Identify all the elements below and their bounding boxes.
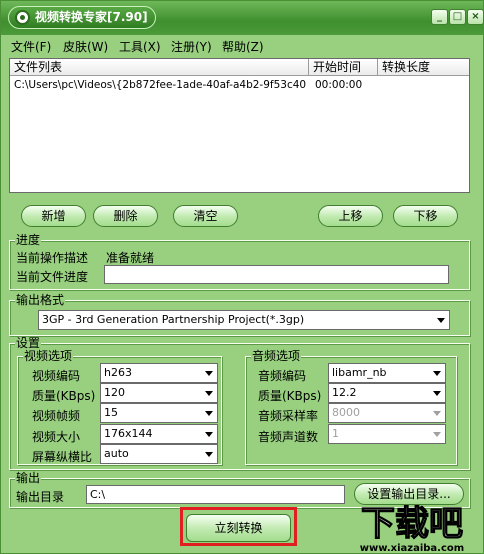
chevron-down-icon bbox=[428, 405, 444, 421]
column-header-length[interactable]: 转换长度 bbox=[378, 59, 469, 76]
column-header-file[interactable]: 文件列表 bbox=[10, 59, 309, 76]
menu-tools[interactable]: 工具(X) bbox=[119, 38, 161, 55]
menu-bar: 文件(F) 皮肤(W) 工具(X) 注册(Y) 帮助(Z) bbox=[1, 35, 483, 57]
video-codec-select[interactable]: h263 bbox=[100, 363, 218, 383]
window-title: 视频转换专家[7.90] bbox=[35, 10, 148, 24]
video-codec-value: h263 bbox=[104, 366, 132, 379]
audio-quality-select[interactable]: 12.2 bbox=[328, 383, 446, 403]
column-header-start[interactable]: 开始时间 bbox=[309, 59, 378, 76]
minimize-button[interactable]: _ bbox=[431, 9, 448, 25]
highlight-box bbox=[180, 507, 297, 546]
row-file[interactable]: C:\Users\pc\Videos\{2b872fee-1ade-40af-a… bbox=[14, 79, 306, 91]
close-button[interactable]: × bbox=[467, 9, 484, 25]
chevron-down-icon[interactable] bbox=[200, 426, 216, 442]
sample-rate-value: 8000 bbox=[332, 406, 360, 419]
video-fps-value: 15 bbox=[104, 406, 118, 419]
row-start[interactable]: 00:00:00 bbox=[315, 79, 375, 91]
title-pill: 视频转换专家[7.90] bbox=[8, 6, 156, 29]
aspect-ratio-value: auto bbox=[104, 447, 129, 460]
video-fps-label: 视频帧频 bbox=[32, 409, 81, 423]
chevron-down-icon[interactable] bbox=[200, 405, 216, 421]
add-button[interactable]: 新增 bbox=[21, 205, 86, 227]
move-down-button[interactable]: 下移 bbox=[393, 205, 458, 227]
audio-codec-value: libamr_nb bbox=[332, 366, 387, 379]
video-quality-value: 120 bbox=[104, 386, 125, 399]
menu-skin[interactable]: 皮肤(W) bbox=[63, 38, 108, 55]
sample-rate-select: 8000 bbox=[328, 403, 446, 423]
output-format-group-label: 输出格式 bbox=[15, 293, 66, 307]
move-up-button[interactable]: 上移 bbox=[318, 205, 383, 227]
output-dir-label: 输出目录 bbox=[16, 490, 65, 504]
video-fps-select[interactable]: 15 bbox=[100, 403, 218, 423]
output-group-label: 输出 bbox=[15, 471, 42, 485]
audio-quality-value: 12.2 bbox=[332, 386, 357, 399]
video-quality-select[interactable]: 120 bbox=[100, 383, 218, 403]
audio-options-label: 音频选项 bbox=[251, 349, 302, 363]
aspect-ratio-label: 屏幕纵横比 bbox=[32, 450, 93, 464]
output-format-select[interactable]: 3GP - 3rd Generation Partnership Project… bbox=[38, 310, 450, 330]
chevron-down-icon[interactable] bbox=[428, 365, 444, 381]
menu-file[interactable]: 文件(F) bbox=[11, 38, 51, 55]
chevron-down-icon bbox=[428, 426, 444, 442]
file-progress-bar bbox=[104, 265, 449, 284]
chevron-down-icon[interactable] bbox=[432, 312, 448, 328]
channels-select: 1 bbox=[328, 424, 446, 444]
audio-codec-label: 音频编码 bbox=[258, 369, 307, 383]
current-operation-value: 准备就绪 bbox=[106, 251, 155, 265]
menu-help[interactable]: 帮助(Z) bbox=[222, 38, 264, 55]
output-dir-value: C:\ bbox=[90, 488, 106, 501]
video-options-label: 视频选项 bbox=[23, 349, 74, 363]
output-format-value: 3GP - 3rd Generation Partnership Project… bbox=[42, 313, 305, 326]
video-codec-label: 视频编码 bbox=[32, 369, 81, 383]
file-list[interactable]: 文件列表 开始时间 转换长度 C:\Users\pc\Videos\{2b872… bbox=[9, 58, 470, 193]
current-operation-label: 当前操作描述 bbox=[16, 251, 89, 265]
channels-value: 1 bbox=[332, 427, 339, 440]
title-bar[interactable]: 视频转换专家[7.90] _ □ × bbox=[1, 1, 484, 35]
video-size-label: 视频大小 bbox=[32, 430, 81, 444]
chevron-down-icon[interactable] bbox=[200, 365, 216, 381]
audio-codec-select[interactable]: libamr_nb bbox=[328, 363, 446, 383]
chevron-down-icon[interactable] bbox=[428, 385, 444, 401]
app-logo-icon bbox=[15, 10, 30, 25]
menu-register[interactable]: 注册(Y) bbox=[171, 38, 212, 55]
audio-quality-label: 质量(KBps) bbox=[258, 389, 322, 403]
video-size-value: 176x144 bbox=[104, 427, 153, 440]
channels-label: 音频声道数 bbox=[258, 430, 319, 444]
video-size-select[interactable]: 176x144 bbox=[100, 424, 218, 444]
delete-button[interactable]: 删除 bbox=[93, 205, 158, 227]
clear-button[interactable]: 清空 bbox=[173, 205, 238, 227]
watermark: 下载吧 www.xiazaiba.com bbox=[360, 503, 464, 554]
file-progress-label: 当前文件进度 bbox=[16, 270, 89, 284]
sample-rate-label: 音频采样率 bbox=[258, 409, 319, 423]
chevron-down-icon[interactable] bbox=[200, 385, 216, 401]
maximize-button[interactable]: □ bbox=[449, 9, 466, 25]
watermark-url: www.xiazaiba.com bbox=[360, 543, 464, 554]
watermark-logo: 下载吧 bbox=[361, 504, 463, 544]
video-quality-label: 质量(KBps) bbox=[32, 389, 96, 403]
progress-group-label: 进度 bbox=[15, 233, 42, 247]
output-dir-input[interactable]: C:\ bbox=[86, 485, 345, 504]
chevron-down-icon[interactable] bbox=[200, 446, 216, 462]
app-window: 视频转换专家[7.90] _ □ × 文件(F) 皮肤(W) 工具(X) 注册(… bbox=[0, 0, 484, 554]
aspect-ratio-select[interactable]: auto bbox=[100, 444, 218, 464]
